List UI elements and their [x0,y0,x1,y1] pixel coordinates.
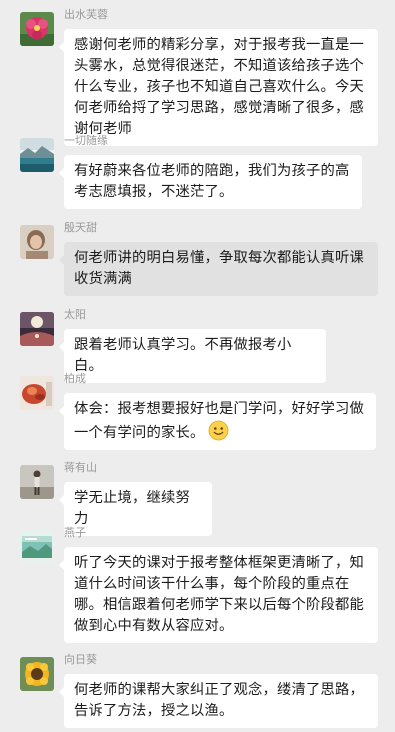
message-text: 学无止境，继续努力 [74,490,190,527]
message-bubble[interactable]: 何老师的课帮大家纠正了观念，缕清了思路，告诉了方法，授之以渔。 [59,674,378,728]
pink-flower-avatar[interactable] [20,12,54,46]
message-text: 听了今天的课对于报考整体框架更清晰了，知道什么时间该干什么事，每个阶段的重点在哪… [74,555,364,634]
message-bubble[interactable]: 学无止境，继续努力 [59,482,212,536]
message-bubble[interactable]: 跟着老师认真学习。不再做报考小白。 [59,329,326,383]
sender-name: 出水芙蓉 [64,8,108,21]
sender-name: 太阳 [64,308,86,321]
sender-name: 向日葵 [64,653,97,666]
smile-emoji [208,420,229,441]
sender-name: 殷天甜 [64,221,97,234]
portrait-avatar[interactable] [20,225,54,259]
sender-name: 柏成 [64,372,86,385]
sender-name: 一切随缘 [64,134,108,147]
message-text: 有好蔚来各位老师的陪跑，我们为孩子的高考志愿填报，不迷茫了。 [74,163,350,200]
message-text: 何老师讲的明白易懂，争取每次都能认真听课收货满满 [74,250,364,287]
scenery-card-avatar[interactable] [20,530,54,564]
message-bubble[interactable]: 何老师讲的明白易懂，争取每次都能认真听课收货满满 [59,242,378,296]
message-text: 跟着老师认真学习。不再做报考小白。 [74,337,292,374]
food-plate-avatar[interactable] [20,376,54,410]
sender-name: 蒋有山 [64,461,97,474]
message-bubble[interactable]: 听了今天的课对于报考整体框架更清晰了，知道什么时间该干什么事，每个阶段的重点在哪… [59,547,378,643]
lake-landscape-avatar[interactable] [20,138,54,172]
figure-outdoor-avatar[interactable] [20,465,54,499]
message-bubble[interactable]: 感谢何老师的精彩分享，对于报考我一直是一头雾水，总觉得很迷茫，不知道该给孩子选个… [59,29,378,146]
message-text: 感谢何老师的精彩分享，对于报考我一直是一头雾水，总觉得很迷茫，不知道该给孩子选个… [74,37,364,137]
moon-night-avatar[interactable] [20,312,54,346]
message-bubble[interactable]: 有好蔚来各位老师的陪跑，我们为孩子的高考志愿填报，不迷茫了。 [59,155,362,209]
message-bubble[interactable]: 体会：报考想要报好也是门学问，好好学习做一个有学问的家长。 [59,393,376,450]
message-text: 何老师的课帮大家纠正了观念，缕清了思路，告诉了方法，授之以渔。 [74,682,364,719]
sender-name: 燕子 [64,526,86,539]
sunflower-avatar[interactable] [20,657,54,691]
